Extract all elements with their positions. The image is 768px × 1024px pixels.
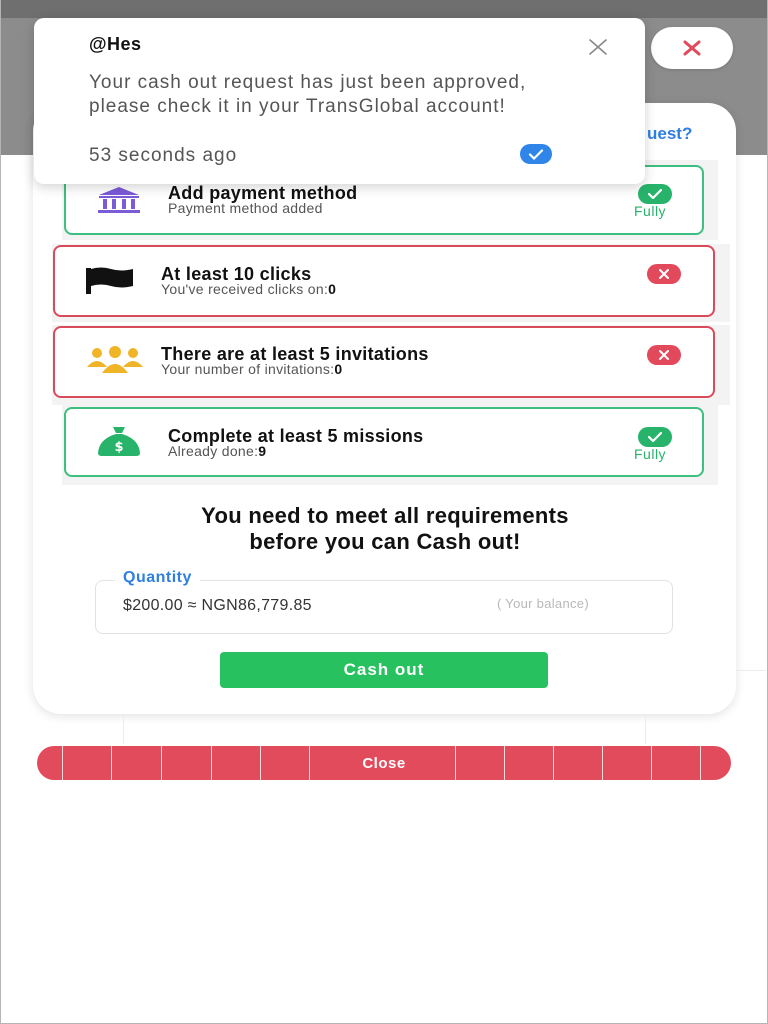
money-bag-icon: $	[94, 425, 144, 457]
close-label: Close	[362, 754, 406, 772]
requirement-subtitle: Your number of invitations:0	[161, 361, 343, 377]
close-icon	[589, 39, 607, 55]
requirement-clicks	[53, 245, 715, 317]
divider	[645, 714, 646, 744]
read-check-badge	[520, 144, 552, 164]
status-strip	[1, 0, 767, 18]
check-icon	[648, 189, 662, 199]
divider	[736, 670, 766, 671]
divider	[123, 714, 124, 744]
x-icon	[659, 269, 669, 279]
notification-time: 53 seconds ago	[89, 145, 238, 166]
quantity-value: $200.00 ≈ NGN86,779.85	[123, 597, 312, 614]
close-x-icon	[683, 40, 701, 56]
requirement-subtitle: You've received clicks on:0	[161, 281, 337, 297]
bank-icon	[94, 185, 144, 215]
svg-text:$: $	[114, 440, 123, 455]
requirement-subtitle: Payment method added	[168, 200, 323, 216]
warning-line-1: You need to meet all requirements	[201, 503, 569, 528]
status-ok-badge	[638, 427, 672, 447]
requirement-subtitle: Already done:9	[168, 443, 267, 459]
status-fail-badge	[647, 264, 681, 284]
status-label: Fully	[634, 203, 667, 219]
status-label: Fully	[634, 446, 667, 462]
balance-hint: ( Your balance)	[497, 596, 589, 611]
notification-close-button[interactable]	[587, 36, 609, 58]
help-link[interactable]: uest?	[647, 124, 692, 144]
status-fail-badge	[647, 345, 681, 365]
close-modal-button[interactable]	[651, 27, 733, 69]
notification-toast: @Hes Your cash out request has just been…	[34, 18, 645, 184]
requirements-warning: You need to meet all requirements before…	[90, 503, 680, 555]
quantity-label: Quantity	[115, 569, 200, 587]
check-icon	[528, 148, 544, 160]
notification-user: @Hes	[89, 34, 142, 54]
cash-out-button[interactable]: Cash out	[220, 652, 548, 688]
check-icon	[648, 432, 662, 442]
close-button[interactable]: Close	[37, 746, 731, 780]
people-icon	[85, 345, 145, 375]
notification-message: Your cash out request has just been appr…	[89, 72, 527, 117]
warning-line-2: before you can Cash out!	[249, 529, 521, 554]
x-icon	[659, 350, 669, 360]
flag-icon	[85, 265, 135, 295]
status-ok-badge	[638, 184, 672, 204]
